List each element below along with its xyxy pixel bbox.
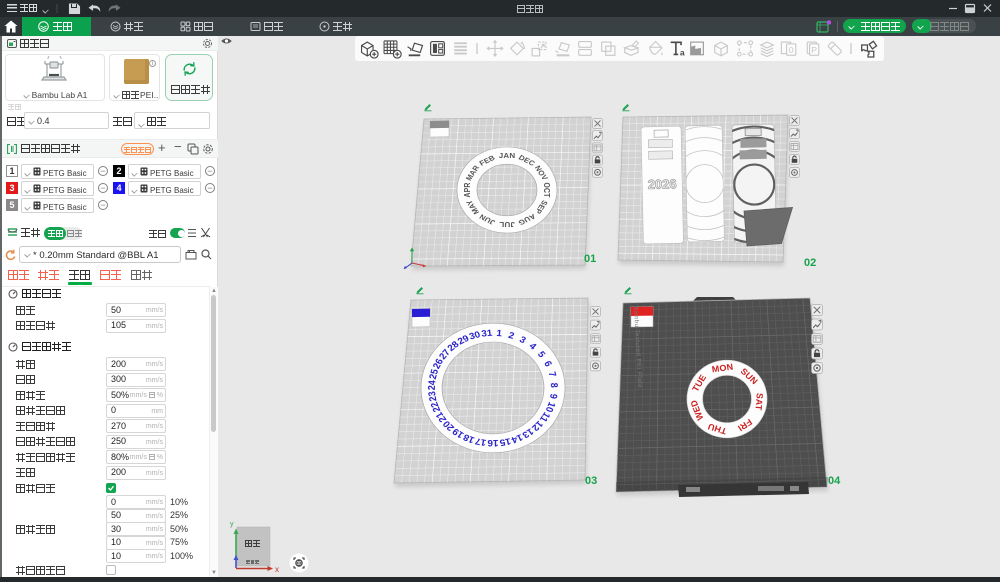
svg-text:02: 02 <box>804 257 816 269</box>
svg-text:APR: APR <box>462 182 472 197</box>
svg-text:SAT: SAT <box>753 393 765 412</box>
svg-text:2026: 2026 <box>648 176 677 192</box>
svg-text:JAN: JAN <box>499 152 516 160</box>
svg-text:a: a <box>680 47 685 57</box>
svg-text:01: 01 <box>584 253 596 265</box>
svg-text:OCT: OCT <box>542 182 552 197</box>
svg-text:x: x <box>275 565 279 574</box>
svg-text:y: y <box>230 521 234 528</box>
svg-text:0: 0 <box>789 45 794 55</box>
svg-text:8: 8 <box>548 382 560 388</box>
svg-text:31: 31 <box>481 328 494 339</box>
svg-text:P: P <box>811 45 817 55</box>
svg-text:16: 16 <box>487 437 498 447</box>
svg-text:04: 04 <box>828 475 841 487</box>
svg-text:JUL: JUL <box>499 220 515 228</box>
svg-text:24: 24 <box>426 379 438 390</box>
svg-text:03: 03 <box>585 475 597 487</box>
svg-text:23: 23 <box>427 391 440 402</box>
